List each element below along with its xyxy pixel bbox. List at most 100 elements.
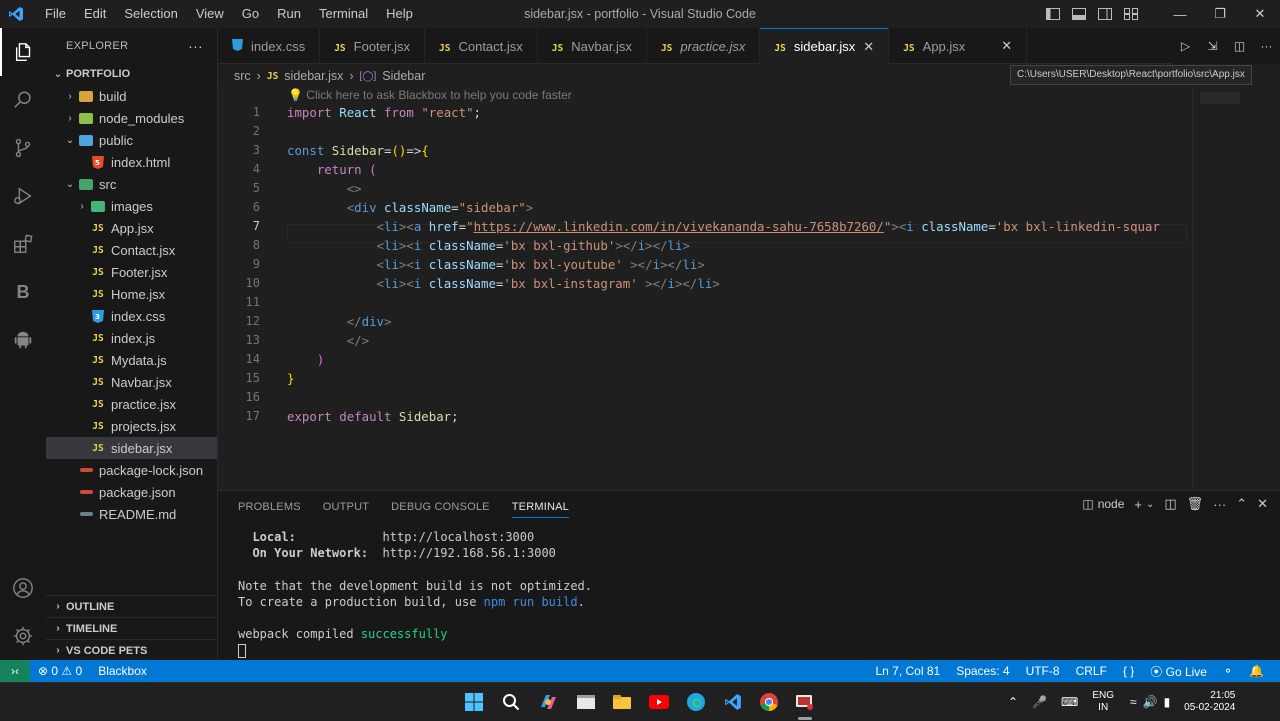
minimize-icon[interactable]: — (1160, 0, 1200, 28)
copilot-icon[interactable] (537, 691, 559, 713)
editor-tab[interactable]: JS Contact.jsx (425, 28, 538, 64)
blackbox-status[interactable]: Blackbox (90, 664, 155, 678)
toggle-panel-icon[interactable] (1066, 0, 1092, 28)
folder-item[interactable]: › build (46, 85, 217, 107)
more-actions-icon[interactable]: ··· (188, 38, 203, 54)
file-item[interactable]: package-lock.json (46, 459, 217, 481)
menu-terminal[interactable]: Terminal (310, 0, 377, 28)
run-debug-icon[interactable] (0, 172, 46, 220)
youtube-icon[interactable] (648, 691, 670, 713)
close-tab-icon[interactable]: ✕ (863, 39, 874, 55)
file-item[interactable]: JS projects.jsx (46, 415, 217, 437)
outline-section[interactable]: › OUTLINE (46, 595, 218, 617)
manage-gear-icon[interactable] (0, 612, 46, 660)
menu-view[interactable]: View (187, 0, 233, 28)
menu-help[interactable]: Help (377, 0, 422, 28)
breadcrumb-symbol[interactable]: Sidebar (382, 69, 425, 83)
microphone-icon[interactable]: 🎤 (1032, 695, 1047, 709)
blackbox-hint[interactable]: 💡 Click here to ask Blackbox to help you… (288, 88, 572, 102)
search-icon[interactable] (0, 76, 46, 124)
maximize-panel-icon[interactable]: ⌃ (1236, 496, 1247, 512)
line-ending[interactable]: CRLF (1068, 664, 1115, 678)
close-tab-icon[interactable]: ✕ (1001, 38, 1012, 54)
battery-icon[interactable]: ▮ (1164, 695, 1171, 709)
trash-icon[interactable]: 🗑 (1187, 496, 1204, 512)
chevron-down-icon[interactable]: ⌄ (1146, 499, 1154, 510)
volume-icon[interactable]: 🔊 (1143, 695, 1158, 709)
go-live-button[interactable]: ⦿ Go Live (1142, 663, 1215, 680)
android-icon[interactable] (0, 316, 46, 364)
edge-browser-icon[interactable] (685, 691, 707, 713)
show-hidden-icons[interactable]: ⌃ (1008, 695, 1018, 709)
file-item[interactable]: JS practice.jsx (46, 393, 217, 415)
toggle-sidebar-icon[interactable] (1040, 0, 1066, 28)
keyboard-icon[interactable]: ⌨ (1061, 695, 1078, 709)
file-item[interactable]: JS sidebar.jsx (46, 437, 217, 459)
split-editor-icon[interactable]: ◫ (1226, 39, 1253, 53)
timeline-section[interactable]: › TIMELINE (46, 617, 218, 639)
cursor-position[interactable]: Ln 7, Col 81 (867, 664, 948, 678)
editor-tab[interactable]: JS Footer.jsx (320, 28, 426, 64)
menu-go[interactable]: Go (233, 0, 268, 28)
file-item[interactable]: package.json (46, 481, 217, 503)
blackbox-icon[interactable]: B (0, 268, 46, 316)
file-item[interactable]: JS Footer.jsx (46, 261, 217, 283)
file-item[interactable]: README.md (46, 503, 217, 525)
editor-tab[interactable]: JS practice.jsx (647, 28, 761, 64)
menu-run[interactable]: Run (268, 0, 310, 28)
editor-tab[interactable]: JS Navbar.jsx (538, 28, 647, 64)
tab-output[interactable]: OUTPUT (323, 497, 369, 517)
file-item[interactable]: JS App.jsx (46, 217, 217, 239)
clock[interactable]: 21:05 05-02-2024 (1184, 690, 1235, 714)
folder-item[interactable]: › node_modules (46, 107, 217, 129)
run-icon[interactable]: ▷ (1172, 39, 1199, 53)
file-item[interactable]: JS Contact.jsx (46, 239, 217, 261)
file-item[interactable]: 3 index.css (46, 305, 217, 327)
remote-icon[interactable]: ›‹ (0, 660, 30, 682)
menu-edit[interactable]: Edit (75, 0, 115, 28)
wifi-icon[interactable]: ≈ (1130, 695, 1137, 709)
search-icon[interactable] (500, 691, 522, 713)
folder-item[interactable]: ⌄ public (46, 129, 217, 151)
feedback-icon[interactable]: ⚬ (1215, 664, 1241, 678)
menu-file[interactable]: File (36, 0, 75, 28)
tab-debug-console[interactable]: DEBUG CONSOLE (391, 497, 490, 517)
explorer-root-folder[interactable]: ⌄ PORTFOLIO (46, 63, 217, 85)
explorer-icon[interactable] (0, 28, 46, 76)
encoding[interactable]: UTF-8 (1018, 664, 1068, 678)
tab-problems[interactable]: PROBLEMS (238, 497, 301, 517)
new-terminal-icon[interactable]: + (1134, 497, 1142, 512)
file-explorer-icon[interactable] (611, 691, 633, 713)
language-indicator[interactable]: ENG IN (1092, 690, 1114, 714)
vscode-pets-section[interactable]: › VS CODE PETS (46, 639, 218, 661)
open-changes-icon[interactable]: ⇲ (1199, 39, 1226, 53)
more-actions-icon[interactable]: ··· (1213, 497, 1226, 512)
terminal-name[interactable]: node (1098, 497, 1125, 511)
breadcrumb-folder[interactable]: src (234, 69, 251, 83)
chrome-icon[interactable] (758, 691, 780, 713)
toggle-secondary-sidebar-icon[interactable] (1092, 0, 1118, 28)
problems-status[interactable]: ⊗ 0 ⚠ 0 (30, 664, 90, 678)
restore-icon[interactable]: ❐ (1200, 0, 1240, 28)
task-view-icon[interactable] (575, 691, 597, 713)
editor-tab[interactable]: JS App.jsx ✕ (889, 28, 1028, 64)
file-item[interactable]: JS index.js (46, 327, 217, 349)
language-mode[interactable]: { } (1115, 664, 1142, 678)
menu-selection[interactable]: Selection (115, 0, 186, 28)
source-control-icon[interactable] (0, 124, 46, 172)
windows-start-icon[interactable] (463, 691, 485, 713)
split-terminal-icon[interactable]: ◫ (1164, 496, 1176, 512)
close-window-icon[interactable]: ✕ (1240, 0, 1280, 28)
file-item[interactable]: 5 index.html (46, 151, 217, 173)
accounts-icon[interactable] (0, 564, 46, 612)
tab-terminal[interactable]: TERMINAL (511, 497, 569, 518)
editor-tab[interactable]: JS sidebar.jsx ✕ (760, 28, 890, 64)
extensions-icon[interactable] (0, 220, 46, 268)
indentation[interactable]: Spaces: 4 (948, 664, 1017, 678)
close-panel-icon[interactable]: ✕ (1257, 496, 1268, 512)
vscode-taskbar-icon[interactable] (722, 691, 744, 713)
minimap[interactable] (1200, 92, 1240, 104)
bell-icon[interactable]: 🔔 (1241, 664, 1272, 678)
file-item[interactable]: JS Mydata.js (46, 349, 217, 371)
folder-item[interactable]: › images (46, 195, 217, 217)
